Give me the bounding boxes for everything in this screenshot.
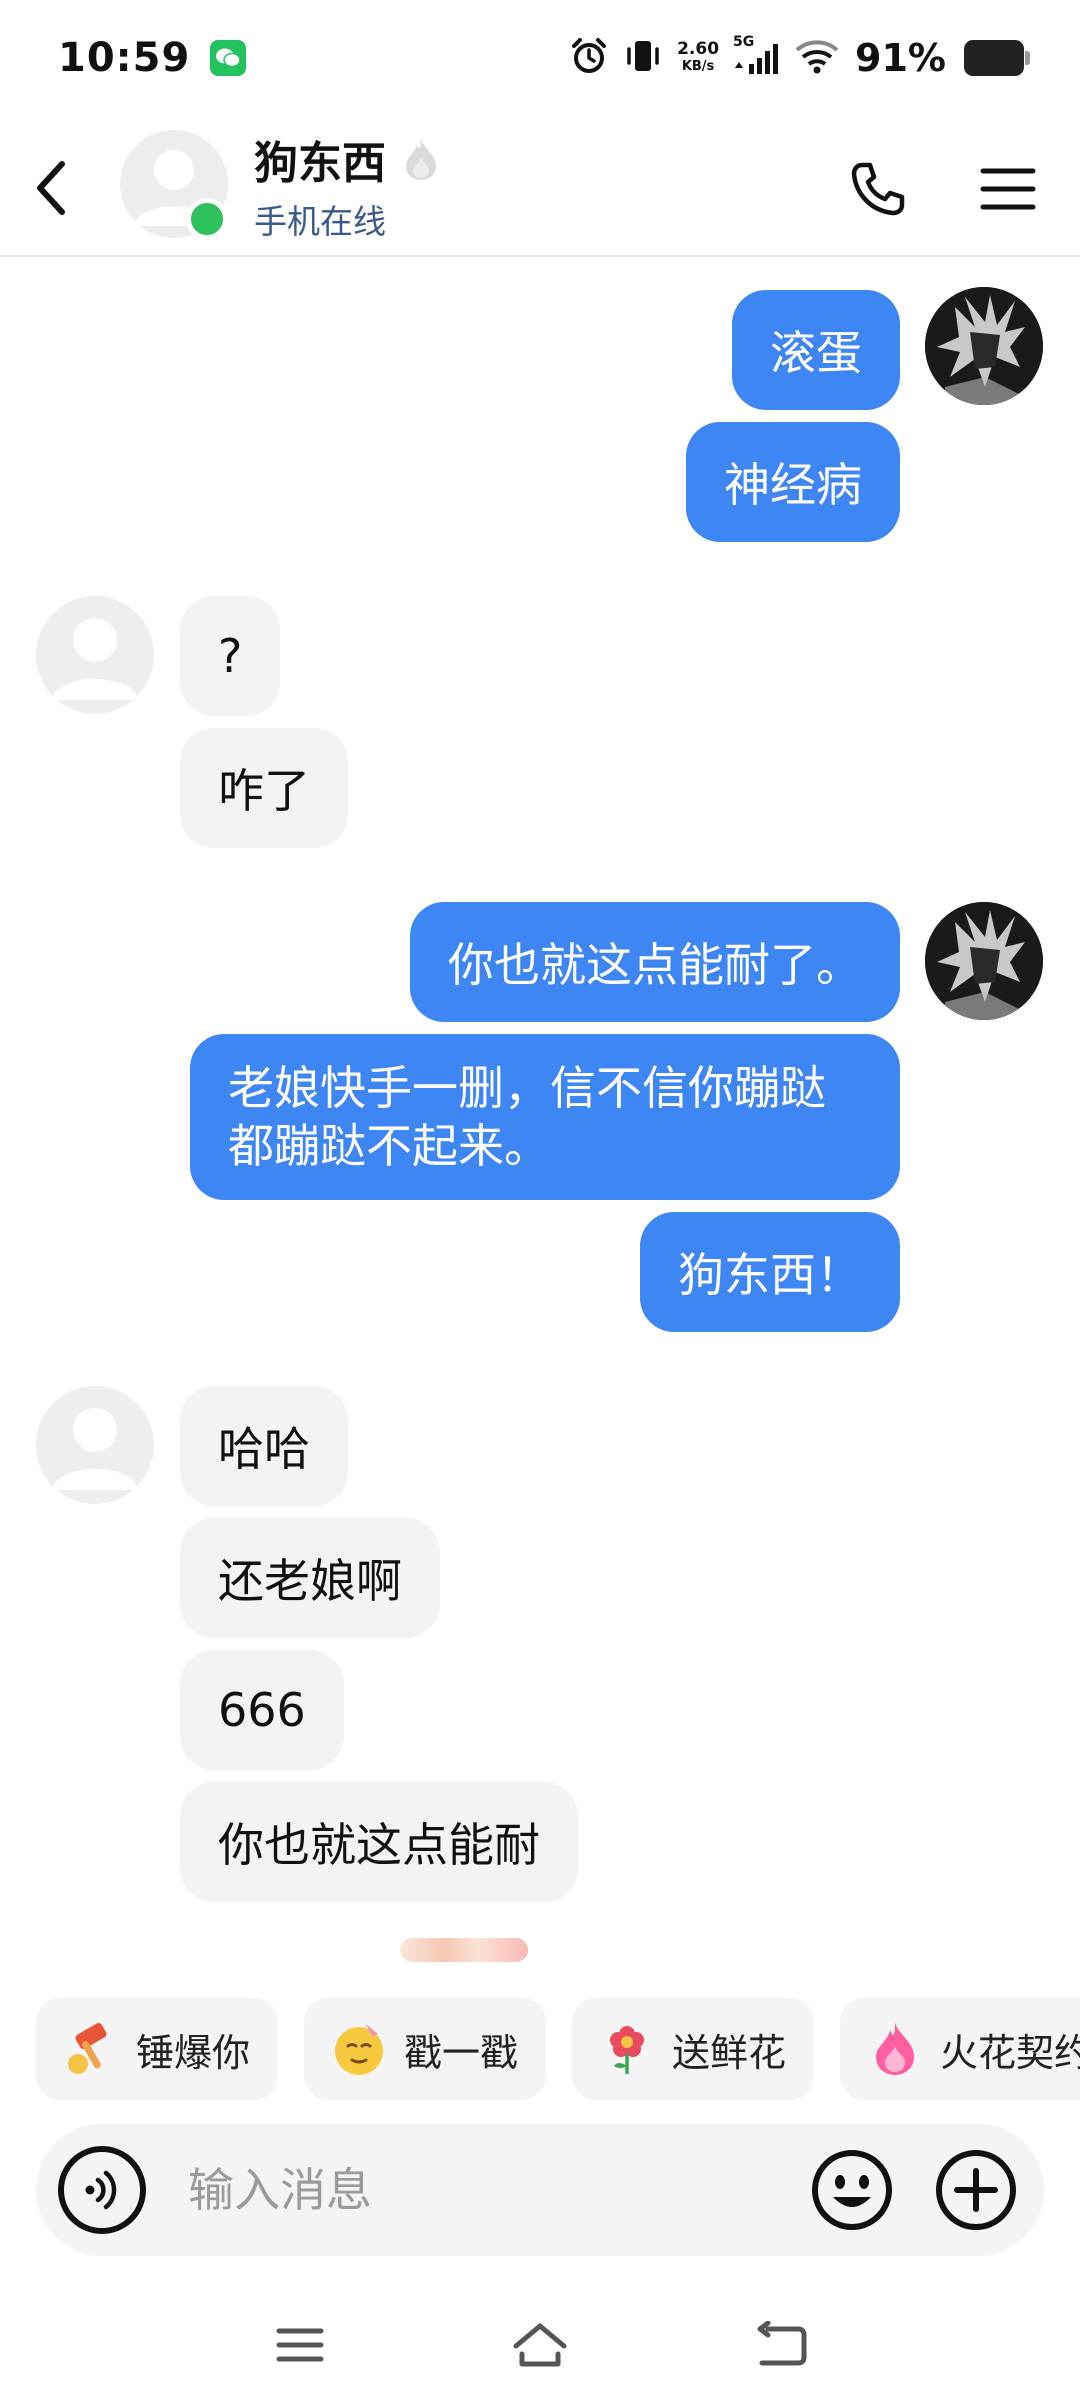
contact-name-text: 狗东西 [254,138,386,189]
wechat-notification-icon [210,39,247,76]
quick-action-label: 戳一戳 [404,2030,519,2075]
online-indicator [186,198,228,240]
back-nav-button[interactable] [742,2310,822,2380]
phone-icon [851,162,905,216]
dark-anime-avatar-icon [925,287,1043,405]
quick-actions-bar[interactable]: 锤爆你 戳一戳 送鲜花 火花契约 [36,1998,1080,2100]
status-bar: 10:59 2.60 KB/s 5G 91% [0,0,1080,115]
cellular-signal-icon: 5G [733,34,781,78]
wifi-icon [795,38,839,78]
default-user-icon [52,1408,138,1490]
message-bubble-outgoing[interactable]: 神经病 [686,422,900,542]
home-button[interactable] [500,2310,580,2380]
message-bubble-outgoing[interactable]: 老娘快手一删，信不信你蹦跶都蹦跶不起来。 [190,1034,900,1200]
chat-header: 狗东西 手机在线 [0,115,1080,257]
quick-action-hammer[interactable]: 锤爆你 [36,1998,279,2100]
message-bubble-incoming[interactable]: 你也就这点能耐 [180,1782,578,1902]
status-time: 10:59 [58,34,191,81]
message-bubble-incoming[interactable]: 还老娘啊 [180,1518,440,1638]
back-button[interactable] [22,153,82,223]
recents-lines-icon [276,2328,324,2362]
hammer-icon [68,2023,107,2074]
alarm-icon [569,36,609,80]
message-input[interactable] [188,2154,788,2226]
default-user-icon [52,618,138,700]
return-arrow-icon [757,2321,807,2366]
recent-apps-button[interactable] [260,2310,340,2380]
hamburger-menu-icon [980,168,1036,210]
quick-action-flower[interactable]: 送鲜花 [572,1998,815,2100]
message-bubble-outgoing[interactable]: 你也就这点能耐了。 [410,902,900,1022]
my-avatar[interactable] [925,902,1043,1020]
message-bubble-incoming[interactable]: 666 [180,1650,344,1770]
status-right: 2.60 KB/s 5G 91% [569,34,1030,80]
network-speed: 2.60 KB/s [677,40,719,76]
dark-anime-avatar-icon [925,902,1043,1020]
battery-percent: 91% [855,35,946,80]
contact-name[interactable]: 狗东西 [254,127,440,191]
more-menu-button[interactable] [972,153,1044,225]
vibrate-icon [623,36,663,80]
call-button[interactable] [842,153,914,225]
spark-flame-icon [876,2023,915,2075]
battery-icon [964,39,1030,76]
contact-message-avatar[interactable] [36,596,154,714]
back-arrow-icon [37,161,65,215]
network-speed-unit: KB/s [681,58,715,74]
more-options-button[interactable] [932,2146,1020,2234]
message-bubble-outgoing[interactable]: 狗东西！ [640,1212,900,1332]
contact-message-avatar[interactable] [36,1386,154,1504]
message-bubble-incoming[interactable]: 咋了 [180,728,348,848]
my-avatar[interactable] [925,287,1043,405]
quick-action-spark[interactable]: 火花契约 [840,1998,1080,2100]
home-icon [513,2323,567,2367]
voice-input-button[interactable] [58,2146,146,2234]
quick-action-label: 火花契约 [940,2030,1080,2075]
quick-action-poke[interactable]: 戳一戳 [304,1998,547,2100]
voice-wave-icon [85,2170,117,2210]
network-speed-value: 2.60 [677,38,720,59]
poke-emoji-icon [335,2024,384,2075]
quick-action-label: 锤爆你 [136,2030,251,2075]
flower-icon [610,2026,645,2074]
message-bubble-incoming[interactable]: 哈哈 [180,1386,348,1506]
message-bubble-incoming[interactable]: ? [180,596,281,716]
network-type-label: 5G [733,33,755,50]
system-navigation-bar [0,2290,1080,2400]
contact-status: 手机在线 [254,202,386,241]
status-left: 10:59 [58,34,247,81]
smiley-icon [812,2150,892,2230]
quick-action-label: 送鲜花 [672,2030,787,2075]
blurred-decoration [400,1938,528,1962]
message-input-bar [36,2124,1044,2256]
flame-icon [406,139,436,180]
emoji-button[interactable] [808,2146,896,2234]
plus-circle-icon [936,2150,1016,2230]
message-bubble-outgoing[interactable]: 滚蛋 [732,290,900,410]
